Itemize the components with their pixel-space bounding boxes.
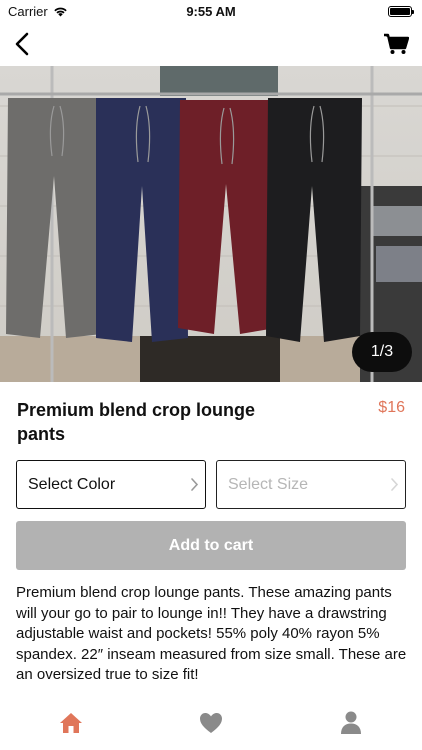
- cart-icon: [384, 33, 409, 54]
- select-color-dropdown[interactable]: Select Color: [16, 460, 206, 509]
- tab-bar: [0, 700, 422, 750]
- profile-icon: [341, 711, 361, 734]
- select-color-label: Select Color: [28, 475, 116, 493]
- chevron-right-icon: [191, 478, 199, 491]
- chevron-right-icon: [391, 478, 399, 491]
- heart-icon: [200, 713, 222, 733]
- product-description: Premium blend crop lounge pants. These a…: [16, 584, 407, 683]
- select-size-dropdown[interactable]: Select Size: [216, 460, 406, 509]
- cart-button[interactable]: [382, 30, 410, 58]
- product-photo: [0, 66, 422, 382]
- select-size-label: Select Size: [228, 475, 309, 493]
- tab-profile[interactable]: [337, 710, 365, 736]
- status-time: 9:55 AM: [186, 4, 236, 19]
- product-price: $16: [378, 399, 405, 416]
- home-icon: [60, 713, 82, 733]
- nav-bar: [0, 22, 422, 66]
- battery-icon: [388, 6, 414, 17]
- product-title: Premium blend crop lounge pants: [17, 400, 256, 444]
- back-button[interactable]: [8, 30, 36, 58]
- tab-home[interactable]: [57, 710, 85, 736]
- status-bar: Carrier 9:55 AM: [0, 0, 422, 22]
- tab-favorites[interactable]: [197, 710, 225, 736]
- product-gallery[interactable]: 1/3: [0, 66, 422, 382]
- image-pager: 1/3: [352, 332, 412, 372]
- chevron-left-icon: [15, 32, 29, 56]
- add-to-cart-button[interactable]: Add to cart: [16, 521, 406, 570]
